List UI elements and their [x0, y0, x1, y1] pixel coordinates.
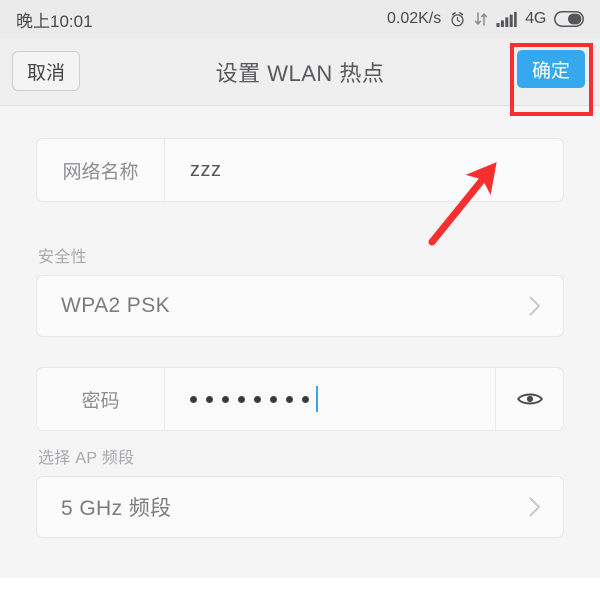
security-type-value: WPA2 PSK [61, 294, 171, 317]
network-name-row[interactable]: 网络名称 zzz [37, 139, 563, 201]
settings-content: 网络名称 zzz 安全性 WPA2 PSK 密码 选择 AP 频段 5 GHz … [0, 107, 600, 578]
confirm-button[interactable]: 确定 [517, 50, 585, 88]
status-bar: 晚上10:01 0.02K/s 4G [0, 0, 600, 38]
phone-screen: 晚上10:01 0.02K/s 4G 取消 设置 WLAN 热点 确定 网络名称… [0, 0, 600, 578]
password-masked-dots [190, 395, 309, 403]
password-row[interactable]: 密码 [37, 368, 563, 430]
signal-icon [496, 11, 517, 27]
ap-band-section-label: 选择 AP 频段 [38, 450, 135, 467]
ap-band-value: 5 GHz 频段 [61, 497, 172, 520]
toggle-password-visibility-button[interactable] [495, 368, 563, 430]
battery-icon [554, 11, 584, 27]
password-input[interactable] [165, 368, 495, 430]
security-type-row[interactable]: WPA2 PSK [37, 276, 563, 336]
password-label: 密码 [37, 368, 165, 430]
security-card: WPA2 PSK [36, 275, 564, 337]
network-name-input[interactable]: zzz [165, 139, 563, 201]
text-caret [316, 386, 318, 412]
chevron-right-icon [529, 296, 541, 316]
ap-band-row[interactable]: 5 GHz 频段 [37, 477, 563, 537]
status-time: 晚上10:01 [16, 11, 93, 31]
sync-icon [474, 11, 488, 27]
alarm-icon [449, 11, 466, 28]
network-name-label: 网络名称 [37, 139, 165, 201]
network-name-card: 网络名称 zzz [36, 138, 564, 202]
network-type-text: 4G [525, 10, 546, 27]
chevron-right-icon [529, 497, 541, 517]
ap-band-card: 5 GHz 频段 [36, 476, 564, 538]
navigation-bar: 取消 设置 WLAN 热点 确定 [0, 38, 600, 106]
status-indicators: 0.02K/s 4G [387, 10, 584, 28]
eye-icon [516, 391, 543, 407]
password-card: 密码 [36, 367, 564, 431]
security-section-label: 安全性 [38, 249, 87, 266]
page-title: 设置 WLAN 热点 [215, 60, 385, 86]
network-speed-text: 0.02K/s [386, 10, 442, 27]
